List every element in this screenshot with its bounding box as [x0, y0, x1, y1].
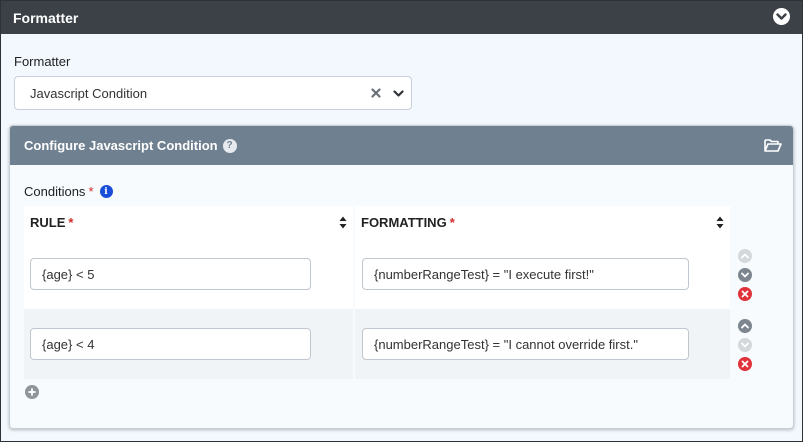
remove-icon[interactable]	[738, 357, 752, 371]
help-icon[interactable]: ?	[222, 138, 237, 153]
sort-icon[interactable]	[716, 216, 724, 229]
required-mark: *	[68, 215, 74, 230]
configure-panel-header[interactable]: Configure Javascript Condition ?	[10, 126, 793, 165]
formatter-field-label: Formatter	[14, 54, 71, 69]
table-row: {age} < 4 {numberRangeTest} = "I cannot …	[24, 309, 730, 379]
column-label: FORMATTING	[361, 215, 447, 230]
row-actions	[738, 319, 754, 371]
row-actions	[738, 249, 754, 301]
rule-input[interactable]: {age} < 4	[30, 328, 311, 360]
required-mark: *	[449, 215, 455, 230]
conditions-label-text: Conditions	[24, 184, 86, 199]
column-label: RULE	[30, 215, 66, 230]
rule-input[interactable]: {age} < 5	[30, 258, 311, 290]
chevron-down-icon	[738, 338, 752, 352]
conditions-label: Conditions * i	[24, 184, 113, 199]
sort-icon[interactable]	[339, 216, 347, 229]
clear-icon[interactable]	[369, 86, 383, 100]
formatting-input[interactable]: {numberRangeTest} = "I cannot override f…	[362, 328, 689, 360]
table-row: {age} < 5 {numberRangeTest} = "I execute…	[24, 239, 730, 309]
section-title: Formatter	[13, 9, 79, 26]
formatting-input[interactable]: {numberRangeTest} = "I execute first!"	[362, 258, 689, 290]
add-condition-icon[interactable]	[25, 385, 39, 399]
chevron-up-icon	[738, 249, 752, 263]
configure-panel: Configure Javascript Condition ? Conditi…	[9, 125, 794, 429]
formatter-selected-value: Javascript Condition	[30, 85, 148, 101]
column-header-rule[interactable]: RULE *	[24, 206, 353, 239]
remove-icon[interactable]	[738, 287, 752, 301]
panel-title: Configure Javascript Condition	[24, 138, 218, 153]
column-divider	[353, 309, 355, 379]
formatter-select[interactable]: Javascript Condition	[14, 76, 412, 110]
column-header-formatting[interactable]: FORMATTING *	[355, 206, 730, 239]
formatter-section: Formatter Formatter Javascript Condition…	[0, 0, 803, 442]
chevron-down-icon[interactable]	[773, 8, 790, 25]
chevron-down-icon[interactable]	[738, 268, 752, 282]
folder-open-icon[interactable]	[764, 138, 782, 153]
info-icon[interactable]: i	[99, 185, 113, 198]
formatter-section-header[interactable]: Formatter	[1, 1, 802, 34]
chevron-down-icon[interactable]	[391, 87, 405, 101]
required-mark: *	[88, 184, 94, 199]
column-divider	[353, 239, 355, 309]
chevron-up-icon[interactable]	[738, 319, 752, 333]
